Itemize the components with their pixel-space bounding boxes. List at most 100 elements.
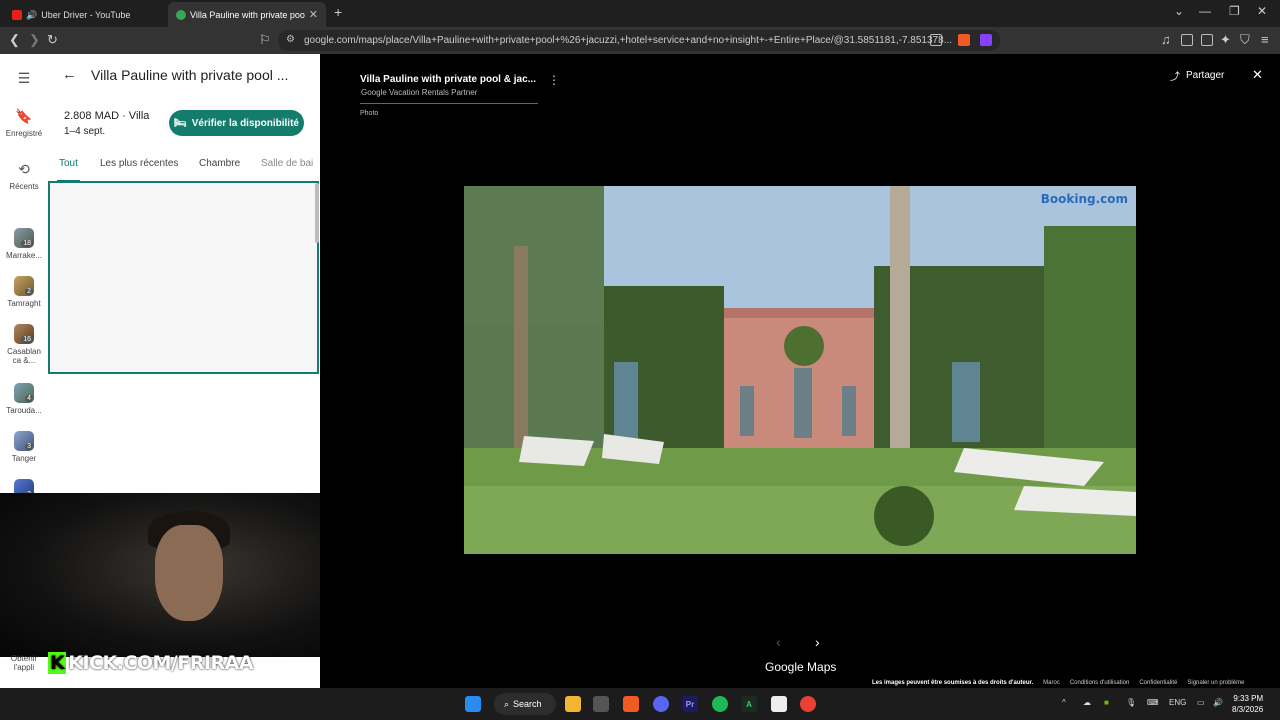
bookmark-icon[interactable]: ⚐ (259, 32, 271, 48)
media-type-label: Photo (360, 110, 379, 117)
main-menu-button[interactable]: ☰ (0, 70, 48, 91)
recent-place[interactable]: 18 Marrake... (0, 228, 48, 260)
saved-button[interactable]: 🔖 Enregistré (0, 108, 48, 138)
address-bar-row: ❮ ❯ ↻ ⚐ ⚙ google.com/maps/place/Villa+Pa… (0, 27, 1280, 54)
minimize-button[interactable]: — (1199, 4, 1211, 18)
recent-place[interactable]: 4 Tarouda... (0, 383, 48, 415)
tab-all[interactable]: Tout (57, 158, 80, 182)
taskbar-search[interactable]: ⌕ Search (494, 693, 556, 715)
next-photo-icon[interactable]: › (815, 634, 820, 650)
terms-link[interactable]: Conditions d'utilisation (1070, 680, 1130, 686)
tab-bedroom[interactable]: Chambre (199, 158, 240, 169)
menu-icon[interactable]: ≡ (1261, 32, 1269, 47)
tab-youtube[interactable]: 🔊 Uber Driver - YouTube (4, 2, 164, 27)
bed-icon: 🛏 (174, 117, 187, 129)
app-icon[interactable]: A (741, 696, 757, 712)
url-field[interactable]: ⚙ google.com/maps/place/Villa+Pauline+wi… (278, 30, 1000, 51)
back-icon[interactable]: ❮ (9, 32, 20, 48)
previous-photo-icon[interactable]: ‹ (776, 634, 781, 650)
file-explorer-icon[interactable] (565, 696, 581, 712)
dates: 1–4 sept. (64, 126, 106, 137)
discord-icon[interactable] (653, 696, 669, 712)
viewer-subtitle[interactable]: Google Vacation Rentals Partner (361, 88, 477, 97)
recents-label: Récents (9, 182, 39, 191)
reload-icon[interactable]: ↻ (47, 32, 58, 48)
tab-google-maps[interactable]: Villa Pauline with private pool & ✕ (168, 2, 326, 27)
kick-logo-icon: K (48, 652, 67, 674)
share-button[interactable]: ⤴ Partager (1170, 68, 1224, 83)
brave-browser-icon[interactable] (623, 696, 639, 712)
booking-watermark: Booking.com (1040, 192, 1128, 206)
volume-icon[interactable]: 🔊 (1213, 698, 1223, 707)
media-icon[interactable]: ♫ (1161, 32, 1171, 47)
back-arrow-icon[interactable]: ← (62, 66, 77, 83)
scrollbar[interactable] (315, 183, 319, 243)
tab-bathroom[interactable]: Salle de bai (261, 158, 313, 169)
villa-photo[interactable]: Booking.com (464, 186, 1136, 554)
viewer-title: Villa Pauline with private pool & jac... (360, 74, 536, 85)
tab-most-recent[interactable]: Les plus récentes (100, 158, 178, 169)
place-thumbnail: 3 (14, 431, 34, 451)
country-link[interactable]: Maroc (1043, 680, 1060, 686)
price: 2.808 MAD · Villa (64, 110, 150, 122)
app-icon[interactable] (593, 696, 609, 712)
photo-thumbnail-placeholder[interactable] (48, 181, 319, 374)
webcam-overlay (0, 493, 324, 657)
share-label: Partager (1186, 70, 1225, 81)
spotify-icon[interactable] (712, 696, 728, 712)
nvidia-icon[interactable]: ■ (1104, 698, 1109, 707)
recent-place[interactable]: 2 Tamraght (0, 276, 48, 308)
close-tab-icon[interactable]: ✕ (309, 8, 318, 21)
tab-title: Uber Driver - YouTube (41, 9, 131, 20)
forward-icon[interactable]: ❯ (29, 32, 40, 48)
streamer-face (155, 525, 223, 621)
onedrive-icon[interactable]: ☁ (1083, 698, 1091, 707)
browser-tab-strip: 🔊 Uber Driver - YouTube Villa Pauline wi… (0, 0, 1280, 27)
more-options-icon[interactable]: ⋮ (548, 73, 560, 87)
cast-icon[interactable] (930, 34, 942, 46)
vpn-icon[interactable]: ⛉ (1240, 32, 1250, 48)
system-clock[interactable]: 9:33 PM 8/3/2026 (1232, 693, 1263, 715)
premiere-pro-icon[interactable]: Pr (682, 696, 698, 712)
brave-rewards-icon[interactable] (980, 34, 992, 46)
display-icon[interactable]: ▭ (1197, 698, 1205, 707)
leo-ai-icon[interactable]: ✦ (1220, 32, 1231, 48)
get-app-label[interactable]: Obtenir l'appli (4, 654, 44, 672)
notes-icon[interactable] (771, 696, 787, 712)
place-thumbnail: 18 (14, 228, 34, 248)
privacy-link[interactable]: Confidentialité (1139, 680, 1177, 686)
kick-overlay-text: K KICK.COM/FRIRAA (48, 652, 254, 674)
place-label: Casablan ca &... (7, 347, 41, 365)
windows-taskbar: ⌕ Search Pr A ^ ☁ ■ 🎙 ⌨ ENG ▭ 🔊 9:33 PM … (0, 688, 1280, 720)
microphone-icon[interactable]: 🎙 (1126, 698, 1136, 707)
new-tab-button[interactable]: + (334, 4, 342, 20)
recent-place[interactable]: 16 Casablan ca &... (0, 324, 48, 365)
tab-list-chevron-icon[interactable]: ⌄ (1174, 4, 1184, 18)
check-availability-button[interactable]: 🛏 Vérifier la disponibilité (169, 110, 304, 136)
keyboard-icon[interactable]: ⌨ (1147, 698, 1159, 707)
copyright-notice: Les images peuvent être soumises à des d… (872, 680, 1034, 686)
place-label: Tamraght (7, 299, 41, 308)
chrome-icon[interactable] (800, 696, 816, 712)
youtube-icon (12, 9, 22, 20)
wallet-icon[interactable] (1201, 34, 1213, 46)
recents-button[interactable]: ⟲ Récents (0, 161, 48, 191)
brave-shield-icon[interactable] (958, 34, 970, 46)
place-title: Villa Pauline with private pool ... (91, 67, 289, 83)
url-text: google.com/maps/place/Villa+Pauline+with… (304, 35, 953, 46)
sidebar-icon[interactable] (1181, 34, 1193, 46)
close-viewer-icon[interactable]: ✕ (1252, 67, 1263, 83)
maximize-button[interactable]: ❐ (1229, 4, 1240, 18)
recent-place[interactable]: 3 Tanger (0, 431, 48, 463)
report-problem-link[interactable]: Signaler un problème (1187, 680, 1244, 686)
windows-start-icon[interactable] (465, 696, 481, 712)
villa-garden-image (464, 186, 1136, 554)
place-label: Tanger (11, 454, 37, 463)
place-thumbnail: 16 (14, 324, 34, 344)
language-indicator[interactable]: ENG (1169, 698, 1186, 707)
hamburger-icon: ☰ (17, 70, 31, 86)
site-info-icon[interactable]: ⚙ (286, 34, 295, 45)
google-maps-icon (176, 9, 186, 20)
close-window-button[interactable]: ✕ (1257, 4, 1267, 18)
show-hidden-icons[interactable]: ^ (1062, 698, 1066, 707)
